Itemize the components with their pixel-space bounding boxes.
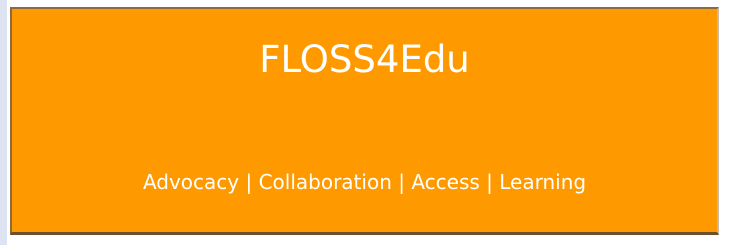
page-frame: FLOSS4Edu Advocacy | Collaboration | Acc… xyxy=(0,0,729,245)
site-tagline: Advocacy | Collaboration | Access | Lear… xyxy=(142,170,587,194)
site-title: FLOSS4Edu xyxy=(259,38,470,81)
left-rail xyxy=(0,0,7,245)
header-banner: FLOSS4Edu Advocacy | Collaboration | Acc… xyxy=(10,7,719,235)
